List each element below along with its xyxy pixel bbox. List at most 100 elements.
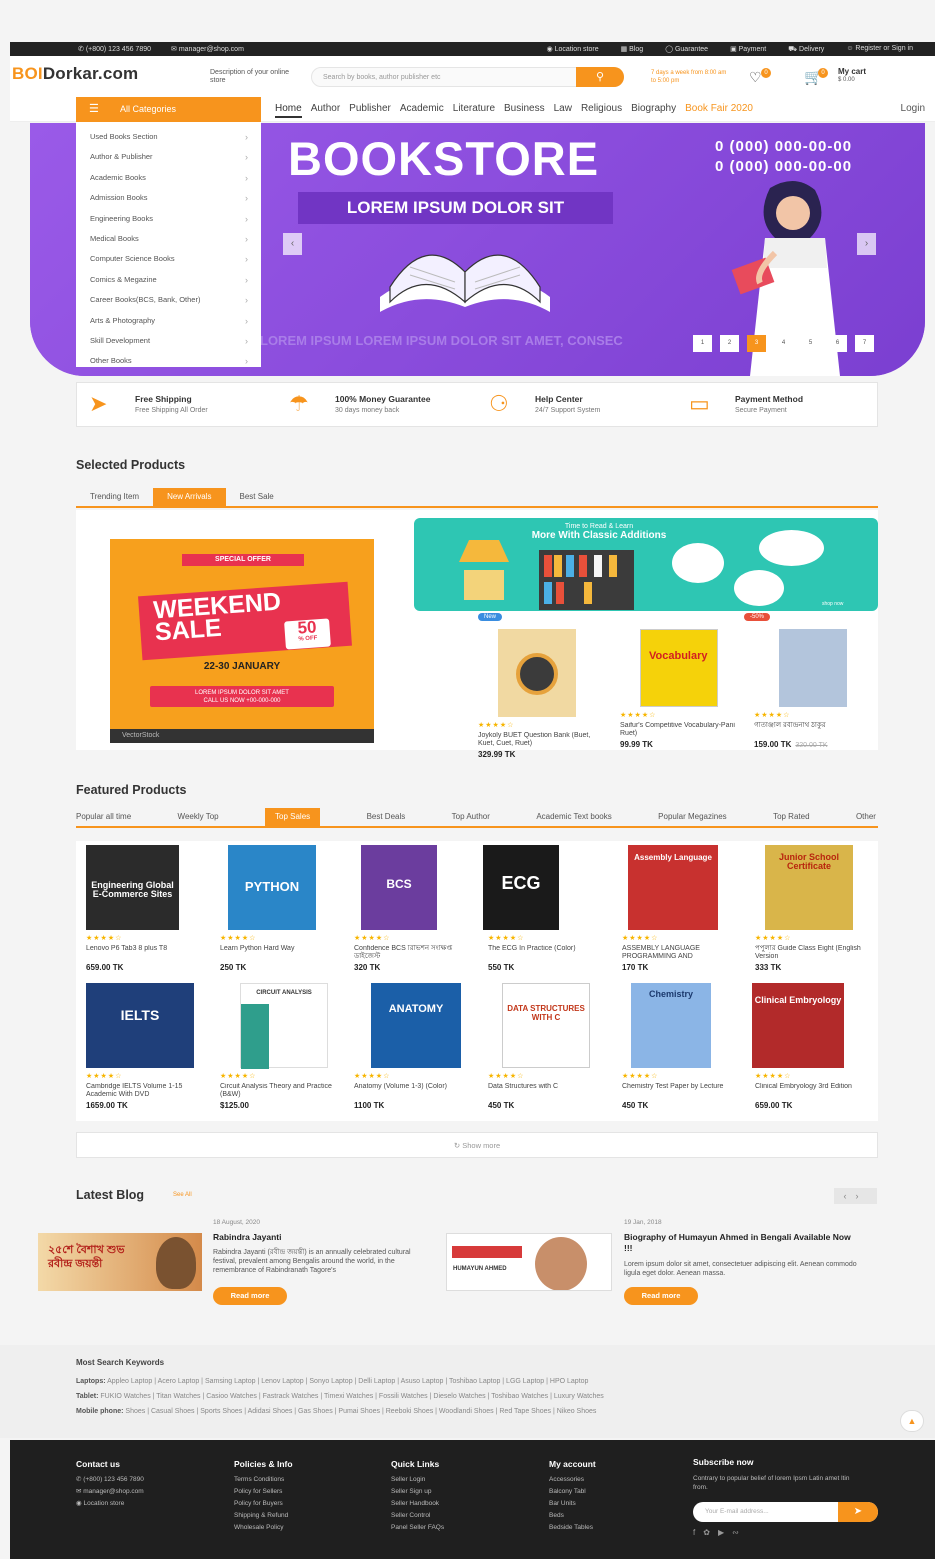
topbar-location-link[interactable]: ◉ Location store xyxy=(547,45,599,54)
new-product-card-2[interactable]: Vocabulary ★★★★☆ Saifur's Competitive Vo… xyxy=(620,615,738,749)
read-more-button[interactable]: Read more xyxy=(213,1287,287,1305)
topbar-guarantee-link[interactable]: ◯ Guarantee xyxy=(665,45,708,54)
topbar-payment-link[interactable]: ▣ Payment xyxy=(730,45,766,54)
featured-card-12[interactable]: Clinical Embryology ★★★★☆ Clinical Embry… xyxy=(752,983,873,1110)
footer-link[interactable]: Shipping & Refund xyxy=(234,1510,293,1522)
featured-card-2[interactable]: PYTHON ★★★★☆ Learn Python Hard Way 250 T… xyxy=(220,845,338,972)
tab-weekly-top[interactable]: Weekly Top xyxy=(178,808,219,826)
category-item[interactable]: Medical Books xyxy=(76,229,261,249)
scroll-to-top-button[interactable]: ▲ xyxy=(900,1410,924,1432)
footer-location[interactable]: ◉ Location store xyxy=(76,1498,144,1510)
tab-other[interactable]: Other xyxy=(856,808,876,826)
category-item[interactable]: Used Books Section xyxy=(76,127,261,147)
topbar-delivery-link[interactable]: ⛟ Delivery xyxy=(788,45,824,54)
show-more-button[interactable]: ↻ Show more xyxy=(76,1132,878,1158)
weekend-sale-banner[interactable]: SPECIAL OFFER WEEKEND SALE 50% OFF 22-30 … xyxy=(110,539,374,743)
featured-card-1[interactable]: Engineering Global E-Commerce Sites ★★★★… xyxy=(86,845,204,972)
category-item[interactable]: Other Books xyxy=(76,351,261,371)
search-button[interactable]: ⚲ xyxy=(576,67,624,87)
wishlist-button[interactable]: ♡ xyxy=(749,69,762,86)
nav-academic[interactable]: Academic xyxy=(400,103,444,118)
featured-card-9[interactable]: ANATOMY ★★★★☆ Anatomy (Volume 1-3) (Colo… xyxy=(354,983,472,1110)
tab-best-sale[interactable]: Best Sale xyxy=(226,488,288,506)
topbar-phone[interactable]: ✆ (+800) 123 456 7890 xyxy=(78,45,151,53)
tab-popular-megazines[interactable]: Popular Megazines xyxy=(658,808,726,826)
twitter-icon[interactable]: ✿ xyxy=(703,1528,718,1537)
see-all-link[interactable]: See All xyxy=(173,1192,192,1198)
tab-academic-text-books[interactable]: Academic Text books xyxy=(536,808,611,826)
banner-prev-button[interactable]: ‹ xyxy=(283,233,302,255)
tab-top-author[interactable]: Top Author xyxy=(452,808,490,826)
featured-card-10[interactable]: DATA STRUCTURES WITH C ★★★★☆ Data Struct… xyxy=(488,983,606,1110)
banner-next-button[interactable]: › xyxy=(857,233,876,255)
footer-link[interactable]: Bar Units xyxy=(549,1498,596,1510)
footer-email[interactable]: ✉ manager@shop.com xyxy=(76,1486,144,1498)
featured-card-5[interactable]: Assembly Language ★★★★☆ ASSEMBLY LANGUAG… xyxy=(622,845,740,972)
category-item[interactable]: Arts & Photography xyxy=(76,311,261,331)
category-item[interactable]: Skill Development xyxy=(76,331,261,351)
subscribe-send-button[interactable]: ➤ xyxy=(838,1502,878,1522)
keywords-mobile[interactable]: Mobile phone: Shoes | Casual Shoes | Spo… xyxy=(76,1408,596,1415)
nav-book-fair[interactable]: Book Fair 2020 xyxy=(685,103,753,118)
tab-new-arrivals[interactable]: New Arrivals xyxy=(153,488,226,506)
nav-author[interactable]: Author xyxy=(311,103,340,118)
nav-religious[interactable]: Religious xyxy=(581,103,622,118)
nav-home[interactable]: Home xyxy=(275,103,302,118)
nav-business[interactable]: Business xyxy=(504,103,545,118)
keywords-items[interactable]: Shoes | Casual Shoes | Sports Shoes | Ad… xyxy=(125,1408,596,1415)
facebook-icon[interactable]: f xyxy=(693,1528,703,1537)
banner-page-4[interactable]: 4 xyxy=(774,335,793,352)
topbar-email[interactable]: ✉ manager@shop.com xyxy=(171,45,244,53)
footer-link[interactable]: Policy for Sellers xyxy=(234,1486,293,1498)
cart-summary[interactable]: My cart $ 0.00 xyxy=(838,67,866,85)
category-item[interactable]: Career Books(BCS, Bank, Other) xyxy=(76,290,261,310)
keywords-laptops[interactable]: Laptops: Appleo Laptop | Acero Laptop | … xyxy=(76,1378,588,1385)
category-item[interactable]: Academic Books xyxy=(76,168,261,188)
featured-card-8[interactable]: CIRCUIT ANALYSIS ★★★★☆ Circuit Analysis … xyxy=(220,983,338,1110)
blog-image-humayun[interactable]: HUMAYUN AHMED xyxy=(446,1233,612,1291)
category-item[interactable]: Computer Science Books xyxy=(76,249,261,269)
keywords-items[interactable]: FUKIO Watches | Titan Watches | Casioo W… xyxy=(100,1393,603,1400)
nav-publisher[interactable]: Publisher xyxy=(349,103,391,118)
category-item[interactable]: Author & Publisher xyxy=(76,147,261,167)
rss-icon[interactable]: ∾ xyxy=(732,1528,747,1537)
banner-page-3[interactable]: 3 xyxy=(747,335,766,352)
new-product-card-1[interactable]: New ★★★★☆ Joykoly BUET Question Bank (Bu… xyxy=(478,613,596,759)
featured-card-7[interactable]: IELTS ★★★★☆ Cambridge IELTS Volume 1-15 … xyxy=(86,983,204,1110)
footer-link[interactable]: Wholesale Policy xyxy=(234,1522,293,1534)
banner-page-7[interactable]: 7 xyxy=(855,335,874,352)
blog-image-rabindra[interactable]: ২৫শে বৈশাখ শুভ রবীন্দ্র জয়ন্তী xyxy=(38,1233,202,1291)
featured-card-11[interactable]: Chemistry ★★★★☆ Chemistry Test Paper by … xyxy=(622,983,740,1110)
youtube-icon[interactable]: ▶ xyxy=(718,1528,732,1537)
footer-link[interactable]: Seller Login xyxy=(391,1474,444,1486)
tab-top-rated[interactable]: Top Rated xyxy=(773,808,809,826)
topbar-register-link[interactable]: ☺ Register or Sign in xyxy=(846,45,913,54)
blog-nav-arrows[interactable]: ‹› xyxy=(834,1188,877,1204)
all-categories-button[interactable]: ☰ All Categories xyxy=(76,97,261,122)
footer-link[interactable]: Balcony Tabl xyxy=(549,1486,596,1498)
tab-best-deals[interactable]: Best Deals xyxy=(367,808,406,826)
footer-link[interactable]: Seller Control xyxy=(391,1510,444,1522)
banner-page-5[interactable]: 5 xyxy=(801,335,820,352)
footer-link[interactable]: Beds xyxy=(549,1510,596,1522)
featured-card-4[interactable]: ECG ★★★★☆ The ECG In Practice (Color) 55… xyxy=(483,845,606,972)
footer-link[interactable]: Seller Sign up xyxy=(391,1486,444,1498)
footer-link[interactable]: Accessories xyxy=(549,1474,596,1486)
topbar-blog-link[interactable]: ▦ Blog xyxy=(621,45,644,54)
nav-biography[interactable]: Biography xyxy=(631,103,676,118)
footer-link[interactable]: Policy for Buyers xyxy=(234,1498,293,1510)
classic-shop-now[interactable]: shop now xyxy=(822,601,843,607)
banner-page-6[interactable]: 6 xyxy=(828,335,847,352)
tab-top-sales[interactable]: Top Sales xyxy=(265,808,321,826)
featured-card-6[interactable]: Junior School Certificate ★★★★☆ পপুলার G… xyxy=(755,845,873,972)
banner-page-1[interactable]: 1 xyxy=(693,335,712,352)
classic-additions-banner[interactable]: Time to Read & Learn More With Classic Ad… xyxy=(414,518,878,611)
new-product-card-3[interactable]: -50% ★★★★☆ গীতাঞ্জলি রবীন্দ্রনাথ ঠাকুর 1… xyxy=(744,613,872,749)
category-item[interactable]: Comics & Megazine xyxy=(76,270,261,290)
featured-card-3[interactable]: BCS ★★★★☆ Confidence BCS রিভিশন সংক্ষিপ্… xyxy=(354,845,472,972)
keywords-tablet[interactable]: Tablet: FUKIO Watches | Titan Watches | … xyxy=(76,1393,604,1400)
tab-popular-all-time[interactable]: Popular all time xyxy=(76,808,131,826)
tab-trending[interactable]: Trending Item xyxy=(76,488,153,506)
footer-link[interactable]: Panel Seller FAQs xyxy=(391,1522,444,1534)
footer-link[interactable]: Terms Conditions xyxy=(234,1474,293,1486)
